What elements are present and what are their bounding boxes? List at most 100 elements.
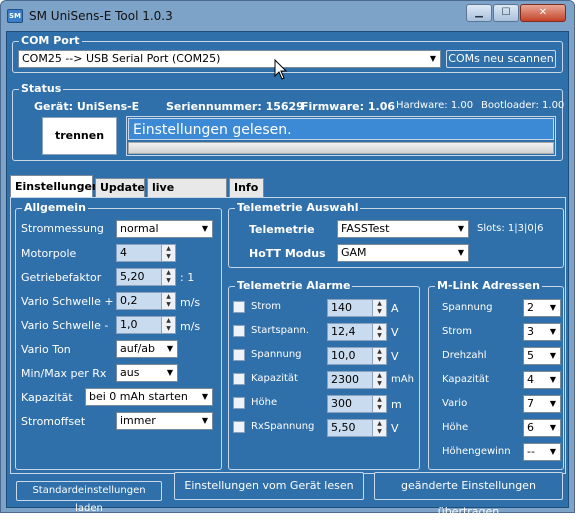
kapazitaet-select[interactable]: bei 0 mAh starten ▼ xyxy=(85,388,213,406)
spin-up-icon[interactable]: ▲ xyxy=(162,293,175,301)
spin-buttons[interactable]: ▲ ▼ xyxy=(372,348,386,364)
tab-info[interactable]: Info xyxy=(229,178,264,197)
spin-up-icon[interactable]: ▲ xyxy=(162,269,175,277)
alarm-checkbox[interactable] xyxy=(233,421,245,433)
hott-modus-select[interactable]: GAM ▼ xyxy=(337,244,469,262)
spin-down-icon[interactable]: ▼ xyxy=(162,253,175,261)
read-settings-button[interactable]: Einstellungen vom Gerät lesen xyxy=(174,472,364,500)
alarm-value: 10,0 xyxy=(331,349,356,362)
com-port-select[interactable]: COM25 --> USB Serial Port (COM25) ▼ xyxy=(18,50,441,68)
motorpole-stepper[interactable]: 4 ▲ ▼ xyxy=(116,244,176,262)
telemetrie-auswahl-group: Telemetrie Auswahl Telemetrie FASSTest ▼… xyxy=(228,201,564,268)
spin-up-icon[interactable]: ▲ xyxy=(373,324,386,332)
vario-ton-label: Vario Ton xyxy=(21,343,71,356)
com-port-value: COM25 --> USB Serial Port (COM25) xyxy=(22,52,221,65)
alarm-unit: V xyxy=(391,326,399,339)
mlink-address-select[interactable]: 6 ▼ xyxy=(523,419,561,437)
tab-update[interactable]: Update xyxy=(95,178,145,197)
mlink-address-select[interactable]: 7 ▼ xyxy=(523,395,561,413)
mlink-row-label: Strom xyxy=(442,326,473,337)
getriebefaktor-stepper[interactable]: 5,20 ▲ ▼ xyxy=(116,268,176,286)
spin-buttons[interactable]: ▲ ▼ xyxy=(161,245,175,261)
settings-tab-panel: Allgemein Strommessung normal ▼ Motorpol… xyxy=(10,197,566,474)
spin-down-icon[interactable]: ▼ xyxy=(162,301,175,309)
vario-minus-unit: m/s xyxy=(180,320,201,333)
alarm-checkbox[interactable] xyxy=(233,373,245,385)
spin-down-icon[interactable]: ▼ xyxy=(162,277,175,285)
spin-down-icon[interactable]: ▼ xyxy=(373,428,386,436)
scan-coms-button[interactable]: COMs neu scannen xyxy=(446,50,556,68)
title-bar[interactable]: SM SM UniSens-E Tool 1.0.3 ▁ ☐ ✕ xyxy=(1,1,574,31)
stromoffset-select[interactable]: immer ▼ xyxy=(116,412,213,430)
chevron-down-icon: ▼ xyxy=(546,396,560,412)
minimize-button[interactable]: ▁ xyxy=(466,4,492,22)
strommessung-select[interactable]: normal ▼ xyxy=(116,220,213,238)
alarm-stepper[interactable]: 10,0 ▲ ▼ xyxy=(327,347,387,365)
chevron-down-icon: ▼ xyxy=(163,341,177,357)
spin-up-icon[interactable]: ▲ xyxy=(373,348,386,356)
spin-down-icon[interactable]: ▼ xyxy=(373,356,386,364)
minmax-select[interactable]: aus ▼ xyxy=(116,364,178,382)
close-button[interactable]: ✕ xyxy=(520,4,566,22)
spin-down-icon[interactable]: ▼ xyxy=(162,325,175,333)
spin-buttons[interactable]: ▲ ▼ xyxy=(372,300,386,316)
tab-einstellungen[interactable]: Einstellungen xyxy=(10,175,100,198)
mlink-address-select[interactable]: 5 ▼ xyxy=(523,347,561,365)
mlink-row-label: Höhengewinn xyxy=(442,446,511,457)
tab-live-anzeige[interactable]: live Anzeige xyxy=(147,178,227,211)
chevron-down-icon: ▼ xyxy=(198,413,212,429)
spin-up-icon[interactable]: ▲ xyxy=(373,300,386,308)
maximize-button[interactable]: ☐ xyxy=(493,4,519,22)
alarm-checkbox[interactable] xyxy=(233,349,245,361)
spin-buttons[interactable]: ▲ ▼ xyxy=(161,317,175,333)
spin-buttons[interactable]: ▲ ▼ xyxy=(372,396,386,412)
spin-up-icon[interactable]: ▲ xyxy=(373,420,386,428)
mlink-row-label: Spannung xyxy=(442,302,493,313)
alarm-stepper[interactable]: 5,50 ▲ ▼ xyxy=(327,419,387,437)
minmax-value: aus xyxy=(120,366,140,379)
vario-ton-select[interactable]: auf/ab ▼ xyxy=(116,340,178,358)
spin-buttons[interactable]: ▲ ▼ xyxy=(161,293,175,309)
alarm-unit: V xyxy=(391,422,399,435)
load-defaults-button[interactable]: Standardeinstellungen laden xyxy=(16,481,162,514)
spin-down-icon[interactable]: ▼ xyxy=(373,380,386,388)
firmware-version: Firmware: 1.06 xyxy=(301,100,396,113)
write-settings-button[interactable]: geänderte Einstellungen übertragen xyxy=(374,472,563,518)
vario-plus-stepper[interactable]: 0,2 ▲ ▼ xyxy=(116,292,176,310)
alarm-checkbox[interactable] xyxy=(233,397,245,409)
spin-buttons[interactable]: ▲ ▼ xyxy=(161,269,175,285)
spin-buttons[interactable]: ▲ ▼ xyxy=(372,324,386,340)
spin-buttons[interactable]: ▲ ▼ xyxy=(372,420,386,436)
spin-up-icon[interactable]: ▲ xyxy=(373,372,386,380)
telemetrie-select[interactable]: FASSTest ▼ xyxy=(337,220,469,238)
bootloader-version: Bootloader: 1.00 xyxy=(481,100,565,111)
spin-down-icon[interactable]: ▼ xyxy=(373,308,386,316)
mlink-address-value: 2 xyxy=(527,301,534,314)
alarm-checkbox[interactable] xyxy=(233,325,245,337)
spin-down-icon[interactable]: ▼ xyxy=(373,404,386,412)
kapazitaet-value: bei 0 mAh starten xyxy=(89,390,188,403)
mlink-address-select[interactable]: -- ▼ xyxy=(523,443,561,461)
vario-minus-stepper[interactable]: 1,0 ▲ ▼ xyxy=(116,316,176,334)
alarm-checkbox[interactable] xyxy=(233,301,245,313)
chevron-down-icon: ▼ xyxy=(198,389,212,405)
spin-down-icon[interactable]: ▼ xyxy=(373,332,386,340)
alarm-stepper[interactable]: 300 ▲ ▼ xyxy=(327,395,387,413)
app-window: SM SM UniSens-E Tool 1.0.3 ▁ ☐ ✕ COM Por… xyxy=(0,0,575,518)
spin-buttons[interactable]: ▲ ▼ xyxy=(372,372,386,388)
alarm-stepper[interactable]: 140 ▲ ▼ xyxy=(327,299,387,317)
alarm-stepper[interactable]: 12,4 ▲ ▼ xyxy=(327,323,387,341)
device-name: Gerät: UniSens-E xyxy=(34,100,140,113)
disconnect-button[interactable]: trennen xyxy=(42,117,117,155)
spin-up-icon[interactable]: ▲ xyxy=(162,245,175,253)
mlink-address-value: 3 xyxy=(527,325,534,338)
mlink-address-select[interactable]: 4 ▼ xyxy=(523,371,561,389)
mlink-address-select[interactable]: 3 ▼ xyxy=(523,323,561,341)
alarm-stepper[interactable]: 2300 ▲ ▼ xyxy=(327,371,387,389)
spin-up-icon[interactable]: ▲ xyxy=(162,317,175,325)
mlink-address-select[interactable]: 2 ▼ xyxy=(523,299,561,317)
spin-up-icon[interactable]: ▲ xyxy=(373,396,386,404)
alarm-value: 2300 xyxy=(331,373,359,386)
mlink-address-value: 7 xyxy=(527,397,534,410)
chevron-down-icon: ▼ xyxy=(454,221,468,237)
